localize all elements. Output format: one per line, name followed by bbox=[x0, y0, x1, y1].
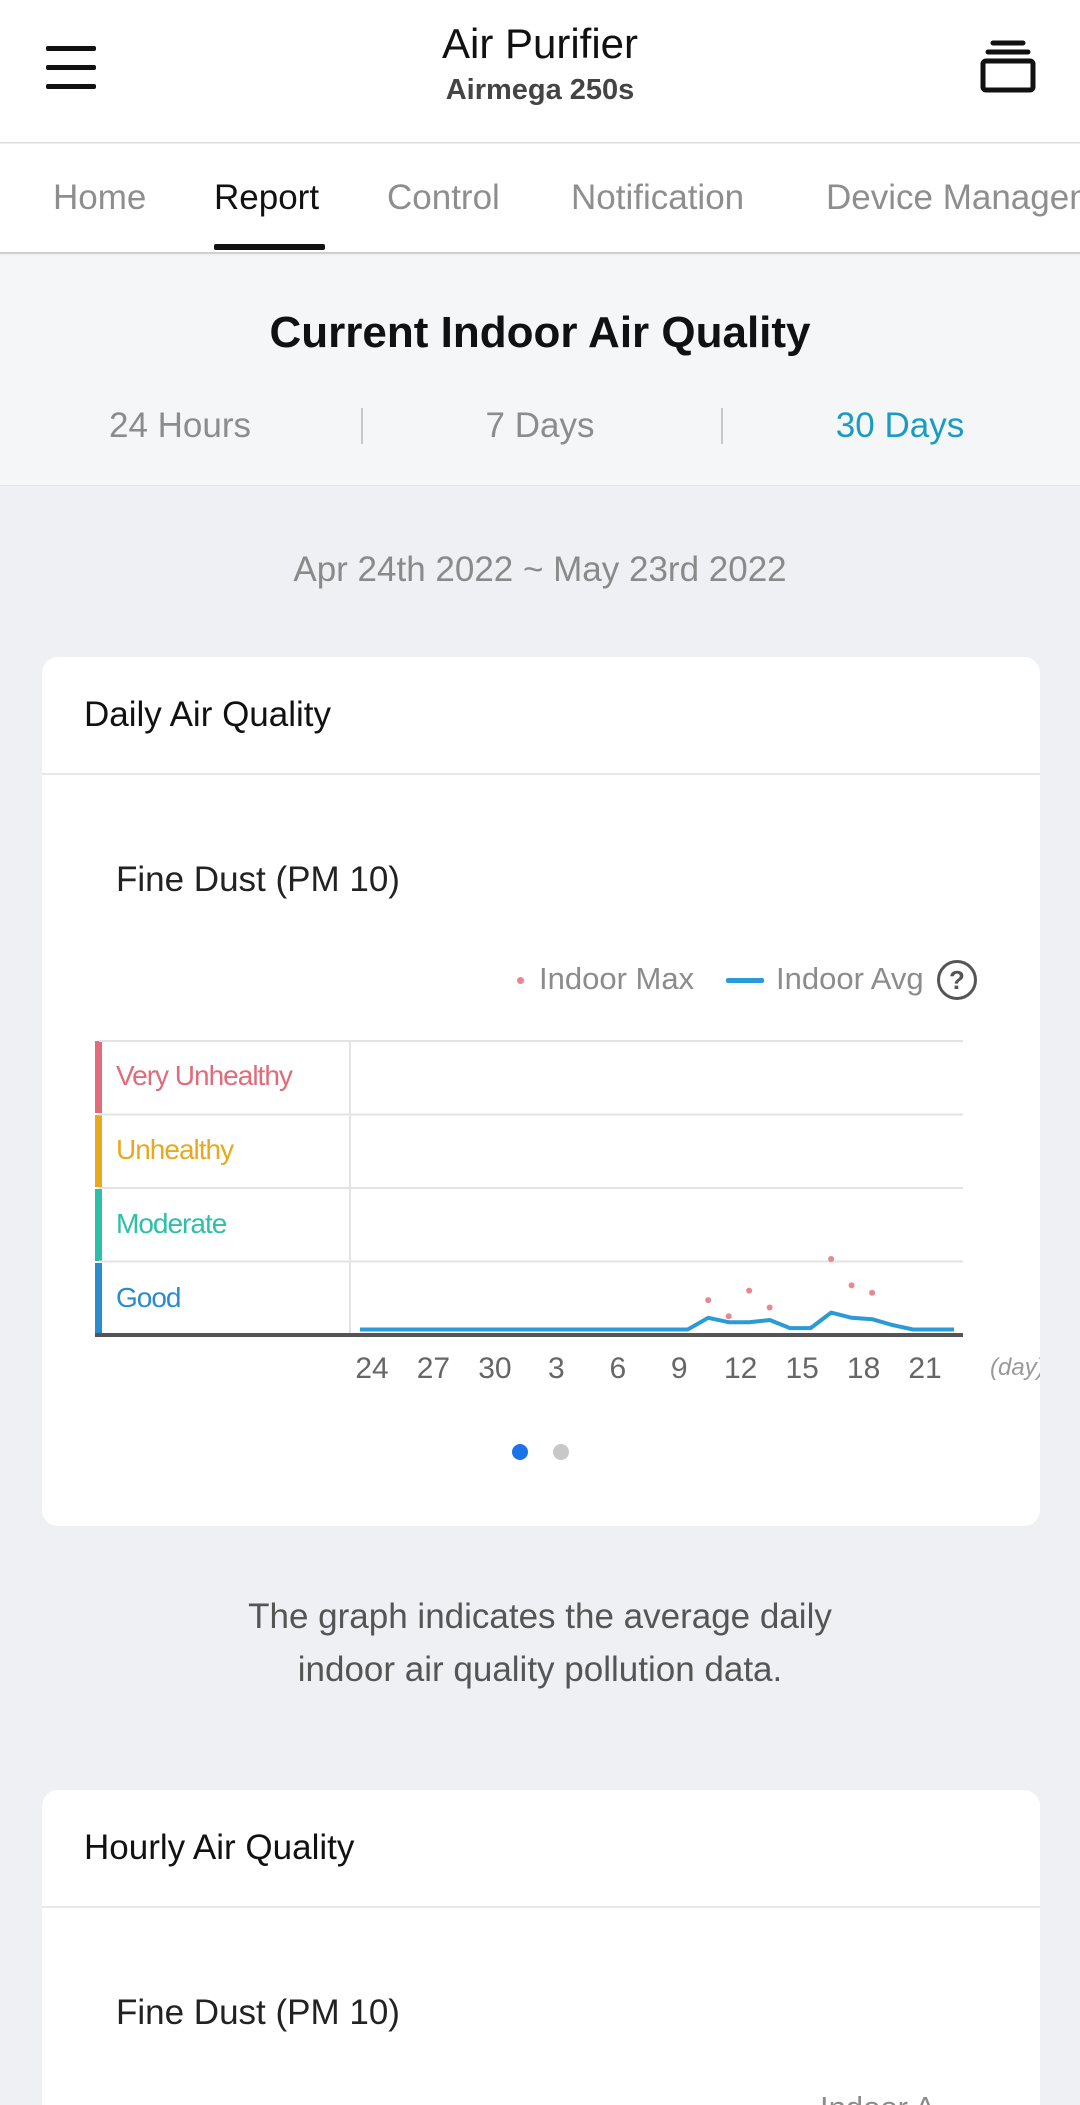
indoor-max-point bbox=[766, 1304, 773, 1311]
period-divider bbox=[361, 408, 363, 444]
x-tick-label: 27 bbox=[417, 1352, 450, 1385]
active-tab-indicator bbox=[214, 244, 325, 250]
card-header: Hourly Air Quality bbox=[42, 1790, 1040, 1908]
tab-control[interactable]: Control bbox=[387, 178, 500, 218]
indoor-avg-legend-label: Indoor A bbox=[820, 2090, 935, 2105]
section-title: Current Indoor Air Quality bbox=[269, 308, 811, 357]
x-tick-label: 3 bbox=[548, 1352, 565, 1385]
air-quality-header: Current Indoor Air Quality 24 Hours 7 Da… bbox=[0, 256, 1080, 486]
indoor-avg-line bbox=[360, 1310, 954, 1332]
period-24-hours[interactable]: 24 Hours bbox=[80, 406, 280, 446]
x-tick-label: 12 bbox=[724, 1352, 757, 1385]
graph-description: The graph indicates the average daily in… bbox=[0, 1590, 1080, 1696]
daily-air-quality-card: Daily Air Quality Fine Dust (PM 10) Indo… bbox=[42, 657, 1040, 1526]
x-tick-label: 21 bbox=[908, 1352, 941, 1385]
indoor-max-point bbox=[848, 1282, 855, 1289]
device-stack-icon[interactable] bbox=[978, 38, 1038, 98]
device-name: Airmega 250s bbox=[445, 74, 635, 106]
indoor-max-point bbox=[725, 1313, 732, 1320]
x-tick-label: 18 bbox=[847, 1352, 880, 1385]
card-title: Hourly Air Quality bbox=[84, 1828, 355, 1867]
tab-home[interactable]: Home bbox=[53, 178, 146, 218]
x-axis-unit: (day) bbox=[990, 1354, 1040, 1381]
app-title: Air Purifier bbox=[441, 20, 639, 67]
indoor-max-point bbox=[746, 1287, 753, 1294]
graph-description-line-1: The graph indicates the average daily bbox=[248, 1597, 832, 1636]
date-range: Apr 24th 2022 ~ May 23rd 2022 bbox=[293, 550, 787, 589]
x-tick-label: 30 bbox=[478, 1352, 511, 1385]
tab-notification[interactable]: Notification bbox=[571, 178, 744, 218]
x-tick-label: 24 bbox=[355, 1352, 388, 1385]
indoor-max-point bbox=[828, 1255, 835, 1262]
app-header: Air Purifier Airmega 250s bbox=[0, 0, 1080, 143]
x-tick-label: 9 bbox=[671, 1352, 688, 1385]
graph-description-line-2: indoor air quality pollution data. bbox=[297, 1650, 783, 1689]
x-tick-label: 6 bbox=[609, 1352, 626, 1385]
x-tick-label: 15 bbox=[785, 1352, 818, 1385]
tab-report[interactable]: Report bbox=[214, 178, 319, 218]
main-tabs: Home Report Control Notification Device … bbox=[0, 144, 1080, 254]
chart-title: Fine Dust (PM 10) bbox=[116, 1993, 400, 2032]
title-block: Air Purifier Airmega 250s bbox=[0, 20, 1080, 107]
period-30-days[interactable]: 30 Days bbox=[800, 406, 1000, 446]
tab-device-management[interactable]: Device Management bbox=[826, 178, 1080, 218]
indoor-max-point bbox=[705, 1297, 712, 1304]
indoor-max-point bbox=[869, 1289, 876, 1296]
period-divider bbox=[721, 408, 723, 444]
period-7-days[interactable]: 7 Days bbox=[440, 406, 640, 446]
daily-chart: 24 27 30 3 6 9 12 15 18 21 (day) bbox=[95, 1040, 1040, 1385]
pager-dot[interactable] bbox=[553, 1444, 569, 1460]
hourly-air-quality-card: Hourly Air Quality Fine Dust (PM 10) Ind… bbox=[42, 1790, 1040, 2105]
pager-dot-active[interactable] bbox=[512, 1444, 528, 1460]
